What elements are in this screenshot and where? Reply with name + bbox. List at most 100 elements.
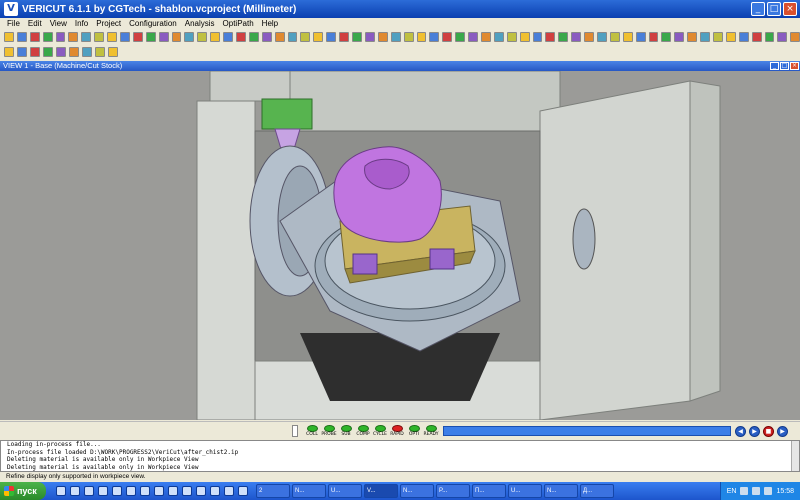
quick-launch-icon[interactable] [140, 486, 150, 496]
toolbar-icon[interactable] [81, 32, 92, 42]
taskbar-button[interactable]: U... [508, 484, 542, 498]
toolbar-icon[interactable] [352, 32, 362, 42]
menu-optipath[interactable]: OptiPath [219, 18, 258, 29]
toolbar-icon[interactable] [506, 32, 517, 42]
toolbar-icon[interactable] [210, 32, 221, 42]
quick-launch-icon[interactable] [84, 486, 94, 496]
menu-analysis[interactable]: Analysis [181, 18, 219, 29]
toolbar-icon[interactable] [622, 32, 633, 42]
toolbar-icon[interactable] [4, 47, 14, 57]
quick-launch-icon[interactable] [112, 486, 122, 496]
taskbar-button[interactable]: N... [400, 484, 434, 498]
graphics-viewport[interactable] [0, 71, 800, 420]
tray-icon[interactable] [752, 487, 761, 495]
quick-launch-icon[interactable] [210, 486, 220, 496]
close-button[interactable]: × [783, 2, 797, 16]
toolbar-icon[interactable] [764, 32, 775, 42]
toolbar-icon[interactable] [725, 32, 736, 42]
toolbar-icon[interactable] [377, 32, 388, 42]
toolbar-icon[interactable] [442, 32, 453, 42]
toolbar-icon[interactable] [700, 32, 710, 42]
taskbar-button[interactable]: Д... [580, 484, 614, 498]
toolbar-icon[interactable] [687, 32, 698, 42]
toolbar-icon[interactable] [17, 47, 27, 57]
tray-icon[interactable] [764, 487, 773, 495]
maximize-button[interactable]: □ [767, 2, 781, 16]
stop-icon[interactable]: ■ [763, 425, 774, 437]
toolbar-icon[interactable] [596, 32, 607, 42]
menu-view[interactable]: View [46, 18, 71, 29]
toolbar-icon[interactable] [95, 47, 105, 57]
toolbar-icon[interactable] [94, 32, 105, 42]
toolbar-icon[interactable] [738, 32, 749, 42]
quick-launch-icon[interactable] [98, 486, 108, 496]
log-scrollbar[interactable] [791, 441, 799, 471]
toolbar-icon[interactable] [648, 32, 659, 42]
view-minimize-button[interactable]: _ [770, 62, 779, 70]
menu-help[interactable]: Help [258, 18, 282, 29]
toolbar-icon[interactable] [532, 32, 543, 42]
toolbar-icon[interactable] [108, 47, 118, 57]
quick-launch-icon[interactable] [196, 486, 206, 496]
quick-launch-icon[interactable] [224, 486, 234, 496]
toolbar-icon[interactable] [674, 32, 685, 42]
toolbar-icon[interactable] [609, 32, 620, 42]
toolbar-icon[interactable] [236, 32, 246, 42]
toolbar-icon[interactable] [29, 32, 40, 42]
toolbar-icon[interactable] [390, 32, 401, 42]
toolbar-icon[interactable] [403, 32, 414, 42]
toolbar-icon[interactable] [790, 32, 800, 42]
toolbar-icon[interactable] [364, 32, 375, 42]
menu-project[interactable]: Project [92, 18, 125, 29]
toolbar-icon[interactable] [120, 32, 130, 42]
toolbar-icon[interactable] [43, 47, 53, 57]
toolbar-icon[interactable] [16, 32, 27, 42]
toolbar-icon[interactable] [429, 32, 440, 42]
taskbar-button[interactable]: П... [472, 484, 506, 498]
toolbar-icon[interactable] [56, 47, 66, 57]
quick-launch-icon[interactable] [182, 486, 192, 496]
toolbar-icon[interactable] [468, 32, 478, 42]
toolbar-icon[interactable] [30, 47, 40, 57]
taskbar-button[interactable]: N... [292, 484, 326, 498]
toolbar-icon[interactable] [158, 32, 169, 42]
quick-launch-icon[interactable] [154, 486, 164, 496]
toolbar-icon[interactable] [571, 32, 582, 42]
taskbar-button[interactable]: V... [364, 484, 398, 498]
toolbar-icon[interactable] [751, 32, 762, 42]
toolbar-icon[interactable] [313, 32, 324, 42]
quick-launch-icon[interactable] [56, 486, 66, 496]
rewind-icon[interactable]: ◀ [735, 425, 746, 437]
toolbar-icon[interactable] [480, 32, 491, 42]
quick-launch-icon[interactable] [70, 486, 80, 496]
toolbar-icon[interactable] [68, 32, 79, 42]
toolbar-icon[interactable] [145, 32, 156, 42]
toolbar-icon[interactable] [712, 32, 723, 42]
toolbar-icon[interactable] [197, 32, 208, 42]
animation-slider[interactable] [292, 425, 298, 437]
toolbar-icon[interactable] [635, 32, 646, 42]
quick-launch-icon[interactable] [168, 486, 178, 496]
toolbar-icon[interactable] [223, 32, 234, 42]
toolbar-icon[interactable] [455, 32, 466, 42]
play-icon[interactable]: ▶ [777, 425, 788, 437]
taskbar-button[interactable]: U... [328, 484, 362, 498]
toolbar-icon[interactable] [132, 32, 143, 42]
quick-launch-icon[interactable] [126, 486, 136, 496]
minimize-button[interactable]: _ [751, 2, 765, 16]
taskbar-button[interactable]: N... [544, 484, 578, 498]
toolbar-icon[interactable] [248, 32, 259, 42]
start-button[interactable]: пуск [0, 482, 46, 500]
menu-edit[interactable]: Edit [24, 18, 46, 29]
toolbar-icon[interactable] [184, 32, 195, 42]
toolbar-icon[interactable] [339, 32, 350, 42]
toolbar-icon[interactable] [55, 32, 66, 42]
toolbar-icon[interactable] [69, 47, 79, 57]
menu-configuration[interactable]: Configuration [125, 18, 181, 29]
toolbar-icon[interactable] [274, 32, 285, 42]
toolbar-icon[interactable] [300, 32, 311, 42]
toolbar-icon[interactable] [777, 32, 788, 42]
language-indicator[interactable]: EN [727, 488, 737, 495]
toolbar-icon[interactable] [493, 32, 504, 42]
toolbar-icon[interactable] [661, 32, 672, 42]
